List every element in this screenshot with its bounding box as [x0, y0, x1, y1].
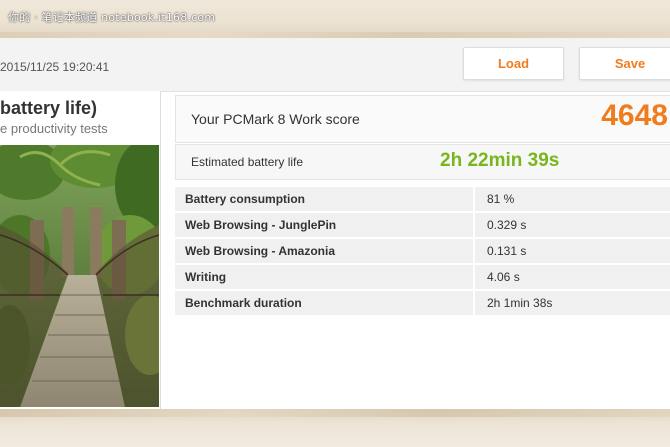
load-button[interactable]: Load: [463, 47, 564, 80]
table-row: Battery consumption 81 %: [175, 187, 670, 211]
metrics-table: Battery consumption 81 % Web Browsing - …: [175, 185, 670, 317]
site-watermark: 你的 · 笔记本频道 notebook.it168.com: [8, 11, 216, 24]
test-title: battery life): [0, 98, 98, 118]
work-score-row: Your PCMark 8 Work score 4648: [175, 95, 670, 143]
metric-name: Writing: [175, 265, 475, 289]
test-subtitle: e productivity tests: [0, 121, 108, 136]
table-row: Writing 4.06 s: [175, 265, 670, 289]
metric-name: Web Browsing - JunglePin: [175, 213, 475, 237]
pcmark-result-window: 2015/11/25 19:20:41 Load Save battery li…: [0, 38, 670, 409]
save-button[interactable]: Save: [579, 47, 670, 80]
metric-value: 4.06 s: [475, 265, 670, 289]
metric-name: Benchmark duration: [175, 291, 475, 315]
test-info-panel: battery life) e productivity tests: [0, 91, 161, 409]
metric-name: Web Browsing - Amazonia: [175, 239, 475, 263]
battery-life-value: 2h 22min 39s: [440, 150, 560, 171]
table-row: Web Browsing - JunglePin 0.329 s: [175, 213, 670, 237]
table-row: Web Browsing - Amazonia 0.131 s: [175, 239, 670, 263]
metric-value: 2h 1min 38s: [475, 291, 670, 315]
metric-value: 81 %: [475, 187, 670, 211]
table-row: Benchmark duration 2h 1min 38s: [175, 291, 670, 315]
battery-life-row: Estimated battery life 2h 22min 39s: [175, 144, 670, 180]
top-background-strip: 你的 · 笔记本频道 notebook.it168.com: [0, 0, 670, 38]
header-bar: 2015/11/25 19:20:41 Load Save: [0, 38, 670, 92]
work-score-label: Your PCMark 8 Work score: [191, 111, 360, 127]
result-timestamp: 2015/11/25 19:20:41: [0, 60, 110, 74]
work-score-value: 4648: [601, 99, 668, 132]
metric-value: 0.131 s: [475, 239, 670, 263]
metric-value: 0.329 s: [475, 213, 670, 237]
metric-name: Battery consumption: [175, 187, 475, 211]
bottom-background-strip: [0, 409, 670, 447]
battery-life-label: Estimated battery life: [191, 155, 304, 169]
jungle-bridge-image: [0, 145, 159, 407]
